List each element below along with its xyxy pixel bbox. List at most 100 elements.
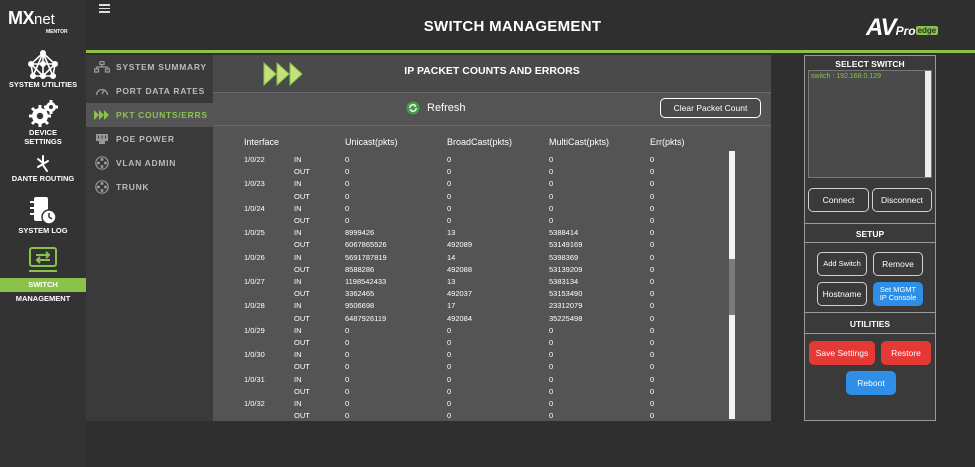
cell-errors: 0: [650, 264, 655, 274]
network-globe-icon: [27, 50, 58, 79]
triple-arrow-icon: [94, 108, 110, 122]
poe-port-icon: [94, 132, 110, 146]
cell-errors: 0: [650, 362, 655, 372]
submenu-item-pkt-counts[interactable]: PKT COUNTS/ERRS: [86, 103, 213, 127]
rail-item-device-settings[interactable]: DEVICE SETTINGS: [0, 100, 86, 148]
packet-counts-panel: IP PACKET COUNTS AND ERRORS Refresh Clea…: [213, 55, 771, 421]
cell-direction: IN: [294, 301, 302, 311]
cell-broadcast: 0: [447, 350, 452, 360]
section-divider: [805, 223, 935, 224]
cell-unicast: 0: [345, 362, 350, 372]
switch-list-item[interactable]: switch : 192.168.0.129: [811, 73, 881, 80]
reboot-button[interactable]: Reboot: [846, 371, 896, 395]
submenu-item-poe-power[interactable]: POE POWER: [86, 127, 213, 151]
cell-unicast: 8588286: [345, 264, 375, 274]
cell-unicast: 6487926119: [345, 313, 387, 323]
restore-button[interactable]: Restore: [881, 341, 931, 365]
connect-button[interactable]: Connect: [808, 188, 869, 212]
rail-label-device-settings-1: DEVICE: [29, 128, 57, 137]
cell-interface: 1/0/28: [244, 301, 265, 311]
cell-broadcast: 0: [447, 179, 452, 189]
save-settings-button[interactable]: Save Settings: [809, 341, 875, 365]
page-title: SWITCH MANAGEMENT: [423, 18, 602, 35]
cell-errors: 0: [650, 155, 655, 164]
panel-title: IP PACKET COUNTS AND ERRORS: [404, 65, 580, 77]
cell-multicast: 0: [549, 338, 554, 347]
add-switch-button[interactable]: Add Switch: [817, 252, 867, 276]
table-row: OUT 0 0 0 0: [213, 214, 723, 226]
cell-multicast: 0: [549, 167, 554, 177]
cell-unicast: 0: [345, 350, 350, 360]
table-row: 1/0/30 IN 0 0 0 0: [213, 348, 723, 360]
rail-item-system-log[interactable]: SYSTEM LOG: [0, 196, 86, 240]
switch-list-scrollbar[interactable]: [925, 71, 931, 177]
cell-interface: 1/0/22: [244, 155, 265, 164]
cell-broadcast: 0: [447, 399, 452, 408]
section-divider: [805, 312, 935, 313]
column-header-unicast: Unicast(pkts): [345, 137, 398, 147]
cell-errors: 0: [650, 179, 655, 189]
cell-direction: IN: [294, 350, 302, 360]
cell-errors: 0: [650, 289, 655, 299]
refresh-label: Refresh: [427, 102, 466, 114]
column-header-multicast: MultiCast(pkts): [549, 137, 610, 147]
hostname-button[interactable]: Hostname: [817, 282, 867, 306]
refresh-button[interactable]: Refresh: [406, 101, 466, 115]
clear-packet-count-button[interactable]: Clear Packet Count: [660, 98, 761, 118]
hamburger-menu-icon[interactable]: [99, 4, 110, 13]
cell-direction: OUT: [294, 167, 310, 177]
rail-item-system-utilities[interactable]: SYSTEM UTILITIES: [0, 50, 86, 94]
cell-multicast: 53139209: [549, 264, 583, 274]
switch-management-icon-wrap[interactable]: [0, 246, 86, 276]
cell-multicast: 0: [549, 203, 554, 213]
submenu-label: SYSTEM SUMMARY: [116, 62, 207, 72]
cell-broadcast: 0: [447, 411, 452, 421]
cell-direction: OUT: [294, 338, 310, 347]
log-clock-icon: [30, 197, 57, 225]
packet-table-body: 1/0/22 IN 0 0 0 0 OUT 0 0 0 0 1/0/23 IN 0 0 0 0 OUT 0 0 0 0 1/…: [213, 153, 723, 421]
rail-label-system-log: SYSTEM LOG: [18, 226, 68, 235]
setup-title: SETUP: [855, 229, 885, 239]
cell-errors: 0: [650, 301, 655, 311]
submenu-item-system-summary[interactable]: SYSTEM SUMMARY: [86, 55, 213, 79]
cell-unicast: 0: [345, 167, 350, 177]
cell-multicast: 0: [549, 216, 554, 225]
cell-errors: 0: [650, 374, 655, 384]
table-row: 1/0/23 IN 0 0 0 0: [213, 177, 723, 189]
disconnect-button[interactable]: Disconnect: [872, 188, 932, 212]
submenu-label: VLAN ADMIN: [116, 158, 177, 168]
panel-header: IP PACKET COUNTS AND ERRORS: [213, 55, 771, 93]
cell-errors: 0: [650, 386, 655, 396]
switch-list[interactable]: switch : 192.168.0.129: [808, 70, 932, 178]
cell-errors: 0: [650, 350, 655, 360]
table-scrollbar[interactable]: [729, 151, 735, 419]
cell-errors: 0: [650, 313, 655, 323]
cell-interface: 1/0/29: [244, 325, 265, 335]
rail-label-system-utilities: SYSTEM UTILITIES: [8, 80, 78, 89]
cell-multicast: 0: [549, 411, 554, 421]
rail-item-switch-management[interactable]: SWITCH MANAGEMENT: [0, 278, 86, 303]
left-rail: MXnet MENTOR SYSTEM UTILITIES DEVICE SET…: [0, 0, 86, 467]
cell-broadcast: 492037: [447, 289, 473, 299]
set-mgmt-ip-console-button[interactable]: Set MGMT IP Console: [873, 282, 923, 306]
table-row: OUT 3362465 492037 53153490 0: [213, 287, 723, 299]
cell-broadcast: 0: [447, 362, 452, 372]
rail-item-dante-routing[interactable]: DANTE ROUTING: [0, 154, 86, 190]
cell-broadcast: 0: [447, 386, 452, 396]
cell-broadcast: 0: [447, 203, 452, 213]
submenu-item-vlan-admin[interactable]: VLAN ADMIN: [86, 151, 213, 175]
refresh-icon: [406, 101, 420, 115]
switch-arrows-icon: [29, 247, 57, 272]
cell-broadcast: 0: [447, 325, 452, 335]
cell-multicast: 0: [549, 325, 554, 335]
remove-button[interactable]: Remove: [873, 252, 923, 276]
cell-direction: OUT: [294, 313, 310, 323]
submenu-item-trunk[interactable]: TRUNK: [86, 175, 213, 199]
cell-multicast: 0: [549, 179, 554, 189]
submenu-item-port-data-rates[interactable]: PORT DATA RATES: [86, 79, 213, 103]
submenu-label: TRUNK: [116, 182, 150, 192]
cell-interface: 1/0/32: [244, 399, 265, 408]
cell-direction: IN: [294, 179, 302, 189]
table-scrollbar-thumb[interactable]: [729, 259, 735, 315]
column-header-interface: Interface: [244, 137, 280, 147]
